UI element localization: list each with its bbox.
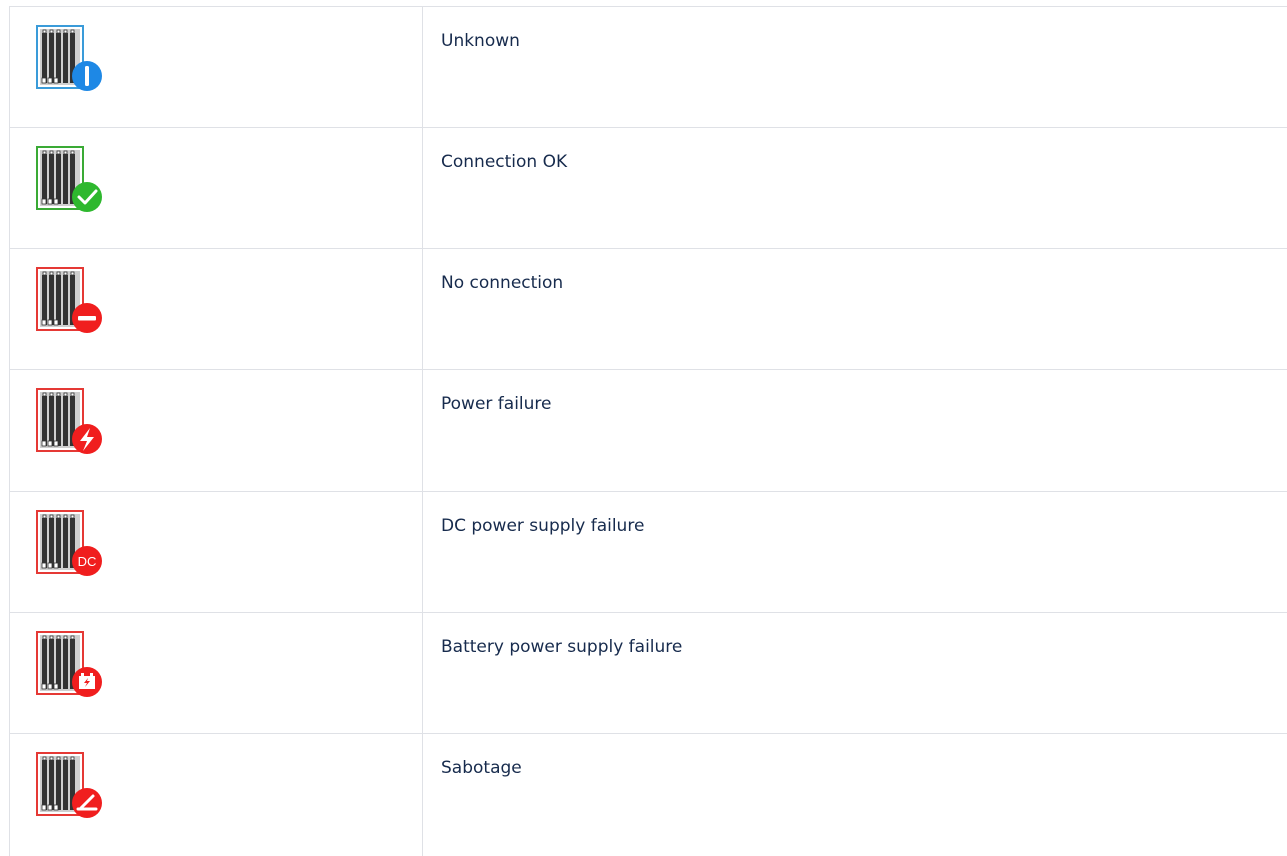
status-label: No connection bbox=[423, 249, 1287, 370]
controller-no-connection-icon bbox=[35, 266, 105, 336]
status-label: Power failure bbox=[423, 370, 1287, 492]
status-badge bbox=[72, 667, 102, 697]
table-row: No connection bbox=[10, 249, 1287, 370]
icon-cell bbox=[10, 734, 423, 856]
icon-cell bbox=[10, 370, 423, 492]
icon-cell: DC bbox=[10, 492, 423, 613]
device-status-table: Unknown Connection OK No connection Powe… bbox=[9, 6, 1287, 856]
status-label: DC power supply failure bbox=[423, 492, 1287, 613]
table-row: Connection OK bbox=[10, 128, 1287, 249]
controller-unknown-icon bbox=[35, 24, 105, 94]
icon-cell bbox=[10, 128, 423, 249]
controller-ok-icon bbox=[35, 145, 105, 215]
icon-cell bbox=[10, 7, 423, 128]
status-label: Sabotage bbox=[423, 734, 1287, 856]
icon-cell bbox=[10, 613, 423, 734]
minus-icon bbox=[78, 316, 96, 321]
status-label: Unknown bbox=[423, 7, 1287, 128]
table-row: Unknown bbox=[10, 7, 1287, 128]
svg-text:DC: DC bbox=[78, 554, 97, 569]
status-badge bbox=[72, 303, 102, 333]
controller-battery-failure-icon bbox=[35, 630, 105, 700]
table-row: DC DC power supply failure bbox=[10, 492, 1287, 613]
controller-power-failure-icon bbox=[35, 387, 105, 457]
icon-cell bbox=[10, 249, 423, 370]
status-label: Battery power supply failure bbox=[423, 613, 1287, 734]
controller-sabotage-icon bbox=[35, 751, 105, 821]
table-row: Sabotage bbox=[10, 734, 1287, 856]
status-table-body: Unknown Connection OK No connection Powe… bbox=[10, 7, 1287, 856]
status-badge bbox=[72, 788, 102, 818]
status-badge bbox=[72, 424, 102, 454]
status-label: Connection OK bbox=[423, 128, 1287, 249]
status-badge bbox=[72, 182, 102, 212]
controller-dc-failure-icon: DC bbox=[35, 509, 105, 579]
status-badge bbox=[72, 61, 102, 91]
table-row: Battery power supply failure bbox=[10, 613, 1287, 734]
dc-icon: DC bbox=[78, 554, 97, 569]
info-icon bbox=[85, 66, 89, 86]
table-row: Power failure bbox=[10, 370, 1287, 492]
status-badge: DC bbox=[72, 546, 102, 576]
